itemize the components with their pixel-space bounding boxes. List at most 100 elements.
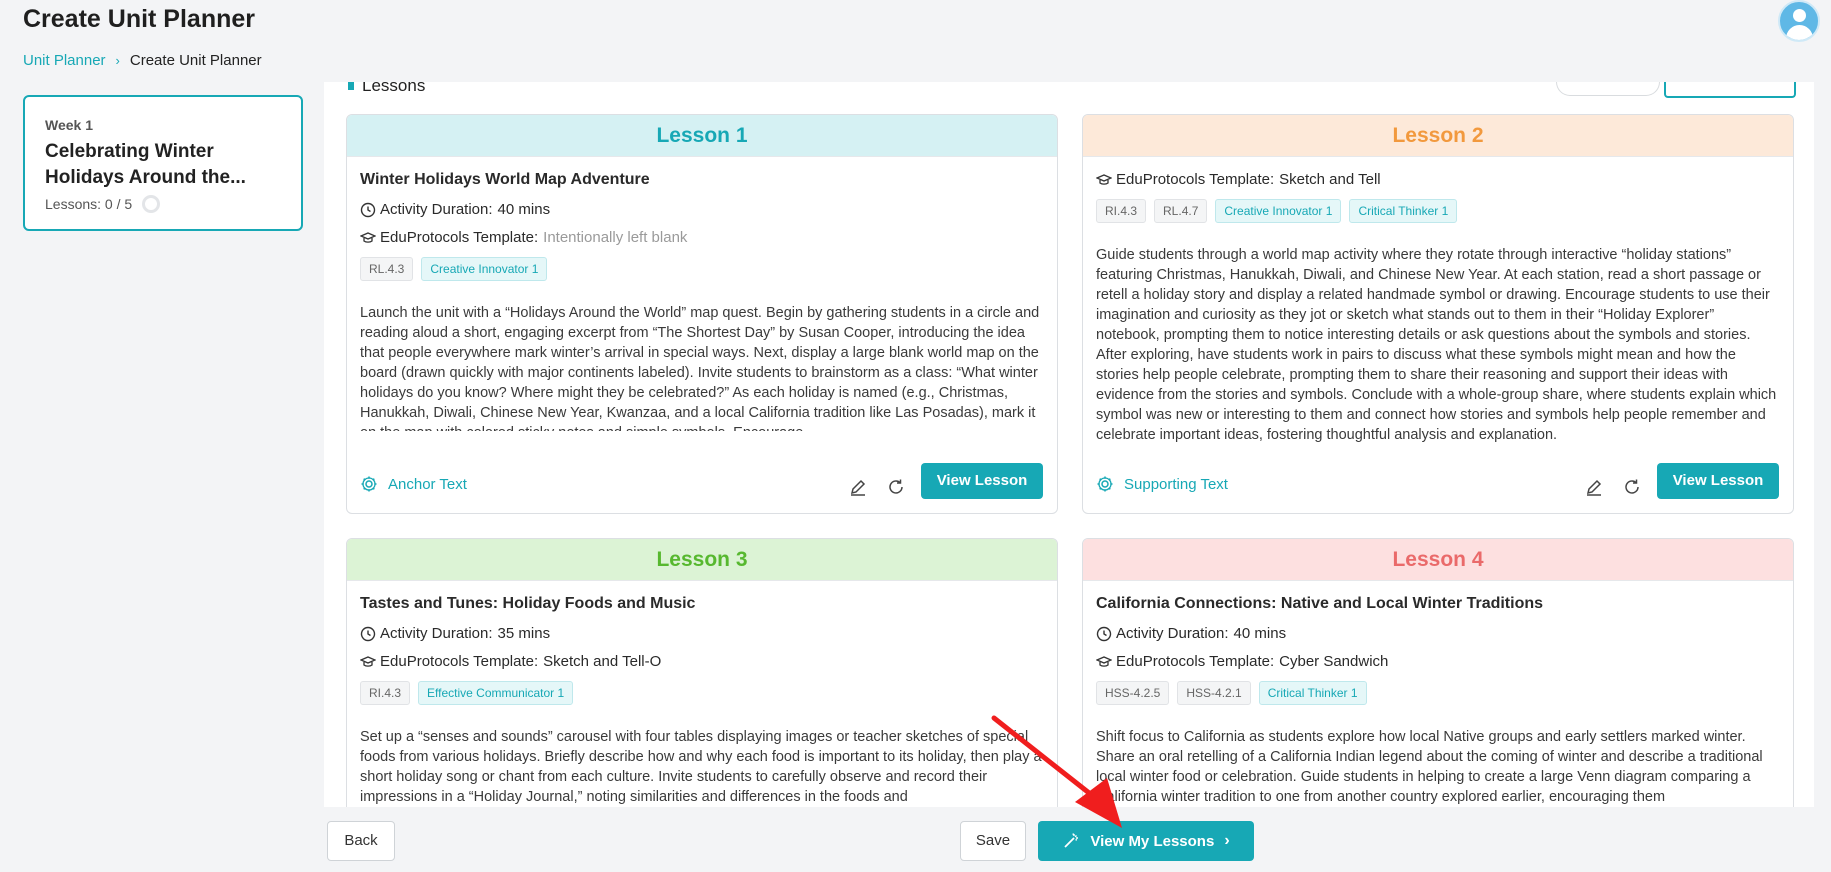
clock-icon xyxy=(1096,626,1112,641)
lesson-title: Tastes and Tunes: Holiday Foods and Musi… xyxy=(360,595,696,612)
save-button[interactable]: Save xyxy=(960,821,1026,861)
breadcrumb-current: Create Unit Planner xyxy=(129,52,262,69)
clock-icon xyxy=(360,202,376,217)
graduation-cap-icon xyxy=(1096,173,1112,185)
template-label: EduProtocols Template: xyxy=(1116,653,1275,670)
lesson-heading: Lesson 4 xyxy=(1083,539,1793,581)
lesson-heading: Lesson 3 xyxy=(347,539,1057,581)
template-row: EduProtocols Template: Cyber Sandwich xyxy=(1096,653,1780,670)
tag-list: RI.4.3 Effective Communicator 1 xyxy=(360,681,1044,705)
template-value: Sketch and Tell-O xyxy=(543,653,662,670)
standard-tag: HSS-4.2.5 xyxy=(1096,681,1170,705)
duration-row: Activity Duration: 40 mins xyxy=(360,201,1044,218)
refresh-icon[interactable] xyxy=(885,476,907,498)
chevron-right-icon: › xyxy=(115,53,120,68)
skill-tag: Creative Innovator 1 xyxy=(421,257,548,281)
header: Create Unit Planner Unit Planner › Creat… xyxy=(0,0,1831,82)
duration-label: Activity Duration: xyxy=(1116,625,1229,642)
lesson-description: Shift focus to California as students ex… xyxy=(1096,729,1763,805)
standard-tag: RL.4.3 xyxy=(360,257,414,281)
customize-button[interactable] xyxy=(1664,82,1796,98)
view-lesson-button[interactable]: View Lesson xyxy=(921,463,1043,499)
anchor-text-link[interactable]: Anchor Text xyxy=(360,475,467,493)
week-title: Celebrating Winter Holidays Around the..… xyxy=(45,141,246,188)
back-button[interactable]: Back xyxy=(327,821,395,861)
template-value: Cyber Sandwich xyxy=(1279,653,1389,670)
lesson-heading: Lesson 2 xyxy=(1083,115,1793,157)
lesson-description: Launch the unit with a “Holidays Around … xyxy=(360,305,1040,431)
lessons-panel: Lessons Lesson 1 Winter Holidays World M… xyxy=(324,82,1814,807)
progress-ring-icon xyxy=(142,195,161,213)
lesson-title: California Connections: Native and Local… xyxy=(1096,595,1544,612)
template-label: EduProtocols Template: xyxy=(1116,171,1275,188)
graduation-cap-icon xyxy=(360,655,376,667)
skill-tag: Creative Innovator 1 xyxy=(1215,199,1342,223)
tag-list: HSS-4.2.5 HSS-4.2.1 Critical Thinker 1 xyxy=(1096,681,1780,705)
refresh-icon[interactable] xyxy=(1621,476,1643,498)
lesson-footer: Anchor Text View Lesson xyxy=(347,463,1057,513)
section-title: Lessons xyxy=(362,82,426,95)
gear-icon xyxy=(361,476,377,492)
template-row: EduProtocols Template: Intentionally lef… xyxy=(360,229,1044,246)
avatar[interactable] xyxy=(1778,0,1820,42)
view-toggle-group[interactable] xyxy=(1556,82,1660,96)
chevron-right-icon: › xyxy=(1224,832,1230,849)
tag-list: RI.4.3 RL.4.7 Creative Innovator 1 Criti… xyxy=(1096,199,1780,223)
template-value: Intentionally left blank xyxy=(543,229,688,246)
lesson-card-1: Lesson 1 Winter Holidays World Map Adven… xyxy=(346,114,1058,514)
template-label: EduProtocols Template: xyxy=(380,229,539,246)
view-my-lessons-button[interactable]: View My Lessons › xyxy=(1038,821,1254,861)
skill-tag: Critical Thinker 1 xyxy=(1349,199,1458,223)
lesson-description: Guide students through a world map activ… xyxy=(1096,247,1777,443)
template-label: EduProtocols Template: xyxy=(380,653,539,670)
tag-list: RL.4.3 Creative Innovator 1 xyxy=(360,257,1044,281)
skill-tag: Critical Thinker 1 xyxy=(1258,681,1367,705)
lesson-heading: Lesson 1 xyxy=(347,115,1057,157)
page-title: Create Unit Planner xyxy=(23,5,256,33)
skill-tag: Effective Communicator 1 xyxy=(418,681,574,705)
avatar-body xyxy=(1786,25,1813,40)
breadcrumb: Unit Planner › Create Unit Planner xyxy=(23,52,262,69)
graduation-cap-icon xyxy=(1096,655,1112,667)
standard-tag: HSS-4.2.1 xyxy=(1177,681,1251,705)
supporting-text-link[interactable]: Supporting Text xyxy=(1096,475,1228,493)
lesson-title: Winter Holidays World Map Adventure xyxy=(360,171,650,188)
week-card[interactable]: Week 1 Celebrating Winter Holidays Aroun… xyxy=(23,95,303,231)
lesson-description: Set up a “senses and sounds” carousel wi… xyxy=(360,729,1042,805)
duration-label: Activity Duration: xyxy=(380,201,493,218)
graduation-cap-icon xyxy=(360,231,376,243)
magic-wand-icon xyxy=(1064,833,1079,848)
week-lessons-count: Lessons: 0 / 5 xyxy=(45,195,281,213)
view-my-lessons-label: View My Lessons xyxy=(1090,832,1215,850)
template-value: Sketch and Tell xyxy=(1279,171,1381,188)
section-marker xyxy=(348,82,354,90)
bottom-action-bar: Back Save View My Lessons › xyxy=(324,807,1814,872)
avatar-head xyxy=(1793,9,1806,22)
duration-row: Activity Duration: 40 mins xyxy=(1096,625,1780,642)
lesson-card-2: Lesson 2 EduProtocols Template: Sketch a… xyxy=(1082,114,1794,514)
standard-tag: RL.4.7 xyxy=(1154,199,1208,223)
gear-icon xyxy=(1097,476,1113,492)
lesson-card-3: Lesson 3 Tastes and Tunes: Holiday Foods… xyxy=(346,538,1058,807)
standard-tag: RI.4.3 xyxy=(360,681,411,705)
supporting-text-label: Supporting Text xyxy=(1124,475,1228,493)
pencil-icon[interactable] xyxy=(847,476,869,498)
section-header: Lessons xyxy=(348,82,425,96)
breadcrumb-link-unit-planner[interactable]: Unit Planner xyxy=(23,52,106,69)
lessons-count-text: Lessons: 0 / 5 xyxy=(45,196,133,212)
duration-value: 40 mins xyxy=(1233,625,1287,642)
lesson-card-4: Lesson 4 California Connections: Native … xyxy=(1082,538,1794,807)
duration-value: 40 mins xyxy=(497,201,551,218)
pencil-icon[interactable] xyxy=(1583,476,1605,498)
week-label: Week 1 xyxy=(45,117,93,133)
duration-row: Activity Duration: 35 mins xyxy=(360,625,1044,642)
clock-icon xyxy=(360,626,376,641)
standard-tag: RI.4.3 xyxy=(1096,199,1147,223)
lesson-footer: Supporting Text View Lesson xyxy=(1083,463,1793,513)
template-row: EduProtocols Template: Sketch and Tell xyxy=(1096,171,1780,188)
anchor-text-label: Anchor Text xyxy=(388,475,467,493)
duration-value: 35 mins xyxy=(497,625,551,642)
view-lesson-button[interactable]: View Lesson xyxy=(1657,463,1779,499)
duration-label: Activity Duration: xyxy=(380,625,493,642)
template-row: EduProtocols Template: Sketch and Tell-O xyxy=(360,653,1044,670)
